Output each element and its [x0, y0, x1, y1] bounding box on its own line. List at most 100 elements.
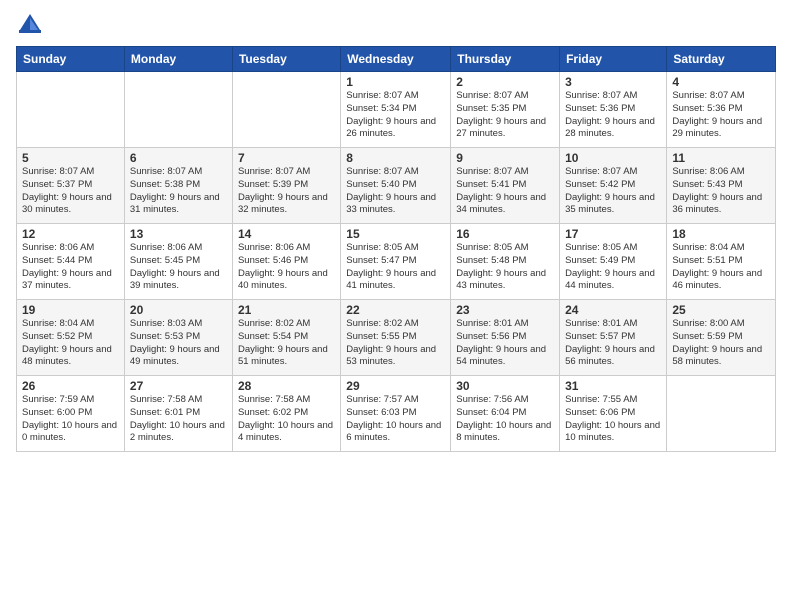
calendar-cell: 11Sunrise: 8:06 AM Sunset: 5:43 PM Dayli… — [667, 148, 776, 224]
day-info: Sunrise: 8:04 AM Sunset: 5:51 PM Dayligh… — [672, 242, 770, 293]
day-info: Sunrise: 7:57 AM Sunset: 6:03 PM Dayligh… — [346, 394, 445, 445]
calendar-week-3: 12Sunrise: 8:06 AM Sunset: 5:44 PM Dayli… — [17, 224, 776, 300]
day-info: Sunrise: 8:00 AM Sunset: 5:59 PM Dayligh… — [672, 318, 770, 369]
day-number: 2 — [456, 75, 554, 89]
calendar-cell: 10Sunrise: 8:07 AM Sunset: 5:42 PM Dayli… — [560, 148, 667, 224]
calendar-cell: 28Sunrise: 7:58 AM Sunset: 6:02 PM Dayli… — [232, 376, 340, 452]
calendar-cell: 7Sunrise: 8:07 AM Sunset: 5:39 PM Daylig… — [232, 148, 340, 224]
calendar-cell: 20Sunrise: 8:03 AM Sunset: 5:53 PM Dayli… — [124, 300, 232, 376]
day-number: 15 — [346, 227, 445, 241]
day-info: Sunrise: 8:07 AM Sunset: 5:42 PM Dayligh… — [565, 166, 661, 217]
day-number: 3 — [565, 75, 661, 89]
day-number: 22 — [346, 303, 445, 317]
day-number: 8 — [346, 151, 445, 165]
calendar-cell: 15Sunrise: 8:05 AM Sunset: 5:47 PM Dayli… — [341, 224, 451, 300]
day-number: 23 — [456, 303, 554, 317]
calendar-cell: 13Sunrise: 8:06 AM Sunset: 5:45 PM Dayli… — [124, 224, 232, 300]
day-number: 13 — [130, 227, 227, 241]
day-number: 31 — [565, 379, 661, 393]
calendar-cell: 26Sunrise: 7:59 AM Sunset: 6:00 PM Dayli… — [17, 376, 125, 452]
day-info: Sunrise: 8:07 AM Sunset: 5:38 PM Dayligh… — [130, 166, 227, 217]
calendar-cell: 19Sunrise: 8:04 AM Sunset: 5:52 PM Dayli… — [17, 300, 125, 376]
day-info: Sunrise: 8:06 AM Sunset: 5:45 PM Dayligh… — [130, 242, 227, 293]
calendar-cell — [667, 376, 776, 452]
day-info: Sunrise: 7:58 AM Sunset: 6:01 PM Dayligh… — [130, 394, 227, 445]
day-info: Sunrise: 7:58 AM Sunset: 6:02 PM Dayligh… — [238, 394, 335, 445]
calendar-cell: 6Sunrise: 8:07 AM Sunset: 5:38 PM Daylig… — [124, 148, 232, 224]
calendar-cell — [124, 72, 232, 148]
calendar-header-sunday: Sunday — [17, 47, 125, 72]
day-info: Sunrise: 8:03 AM Sunset: 5:53 PM Dayligh… — [130, 318, 227, 369]
day-number: 16 — [456, 227, 554, 241]
calendar-cell: 29Sunrise: 7:57 AM Sunset: 6:03 PM Dayli… — [341, 376, 451, 452]
day-info: Sunrise: 8:06 AM Sunset: 5:44 PM Dayligh… — [22, 242, 119, 293]
day-info: Sunrise: 8:01 AM Sunset: 5:57 PM Dayligh… — [565, 318, 661, 369]
day-info: Sunrise: 8:05 AM Sunset: 5:49 PM Dayligh… — [565, 242, 661, 293]
calendar-cell: 12Sunrise: 8:06 AM Sunset: 5:44 PM Dayli… — [17, 224, 125, 300]
calendar-cell: 14Sunrise: 8:06 AM Sunset: 5:46 PM Dayli… — [232, 224, 340, 300]
calendar-week-5: 26Sunrise: 7:59 AM Sunset: 6:00 PM Dayli… — [17, 376, 776, 452]
day-info: Sunrise: 8:02 AM Sunset: 5:54 PM Dayligh… — [238, 318, 335, 369]
day-info: Sunrise: 8:05 AM Sunset: 5:47 PM Dayligh… — [346, 242, 445, 293]
calendar-table: SundayMondayTuesdayWednesdayThursdayFrid… — [16, 46, 776, 452]
day-number: 9 — [456, 151, 554, 165]
calendar-cell: 16Sunrise: 8:05 AM Sunset: 5:48 PM Dayli… — [451, 224, 560, 300]
day-number: 10 — [565, 151, 661, 165]
day-number: 26 — [22, 379, 119, 393]
calendar-cell: 27Sunrise: 7:58 AM Sunset: 6:01 PM Dayli… — [124, 376, 232, 452]
calendar-cell: 25Sunrise: 8:00 AM Sunset: 5:59 PM Dayli… — [667, 300, 776, 376]
calendar-header-monday: Monday — [124, 47, 232, 72]
day-info: Sunrise: 8:07 AM Sunset: 5:40 PM Dayligh… — [346, 166, 445, 217]
day-info: Sunrise: 8:06 AM Sunset: 5:46 PM Dayligh… — [238, 242, 335, 293]
header — [16, 10, 776, 38]
day-number: 24 — [565, 303, 661, 317]
day-number: 4 — [672, 75, 770, 89]
day-info: Sunrise: 7:56 AM Sunset: 6:04 PM Dayligh… — [456, 394, 554, 445]
day-number: 1 — [346, 75, 445, 89]
day-number: 29 — [346, 379, 445, 393]
day-number: 7 — [238, 151, 335, 165]
calendar-cell: 5Sunrise: 8:07 AM Sunset: 5:37 PM Daylig… — [17, 148, 125, 224]
calendar-header-wednesday: Wednesday — [341, 47, 451, 72]
calendar-cell — [232, 72, 340, 148]
calendar-cell: 21Sunrise: 8:02 AM Sunset: 5:54 PM Dayli… — [232, 300, 340, 376]
day-info: Sunrise: 8:01 AM Sunset: 5:56 PM Dayligh… — [456, 318, 554, 369]
calendar-cell: 23Sunrise: 8:01 AM Sunset: 5:56 PM Dayli… — [451, 300, 560, 376]
day-number: 14 — [238, 227, 335, 241]
calendar-week-2: 5Sunrise: 8:07 AM Sunset: 5:37 PM Daylig… — [17, 148, 776, 224]
day-number: 11 — [672, 151, 770, 165]
day-info: Sunrise: 8:05 AM Sunset: 5:48 PM Dayligh… — [456, 242, 554, 293]
calendar-cell: 17Sunrise: 8:05 AM Sunset: 5:49 PM Dayli… — [560, 224, 667, 300]
day-info: Sunrise: 8:07 AM Sunset: 5:39 PM Dayligh… — [238, 166, 335, 217]
calendar-cell: 3Sunrise: 8:07 AM Sunset: 5:36 PM Daylig… — [560, 72, 667, 148]
day-info: Sunrise: 8:07 AM Sunset: 5:34 PM Dayligh… — [346, 90, 445, 141]
calendar-cell: 18Sunrise: 8:04 AM Sunset: 5:51 PM Dayli… — [667, 224, 776, 300]
calendar-cell: 9Sunrise: 8:07 AM Sunset: 5:41 PM Daylig… — [451, 148, 560, 224]
day-number: 21 — [238, 303, 335, 317]
day-info: Sunrise: 8:07 AM Sunset: 5:37 PM Dayligh… — [22, 166, 119, 217]
calendar-cell: 8Sunrise: 8:07 AM Sunset: 5:40 PM Daylig… — [341, 148, 451, 224]
day-info: Sunrise: 7:55 AM Sunset: 6:06 PM Dayligh… — [565, 394, 661, 445]
calendar-week-4: 19Sunrise: 8:04 AM Sunset: 5:52 PM Dayli… — [17, 300, 776, 376]
calendar-header-saturday: Saturday — [667, 47, 776, 72]
day-number: 17 — [565, 227, 661, 241]
logo — [16, 10, 48, 38]
calendar-header-tuesday: Tuesday — [232, 47, 340, 72]
logo-icon — [16, 10, 44, 38]
calendar-cell — [17, 72, 125, 148]
day-number: 6 — [130, 151, 227, 165]
day-number: 18 — [672, 227, 770, 241]
day-number: 12 — [22, 227, 119, 241]
day-number: 5 — [22, 151, 119, 165]
calendar-cell: 31Sunrise: 7:55 AM Sunset: 6:06 PM Dayli… — [560, 376, 667, 452]
day-info: Sunrise: 8:07 AM Sunset: 5:35 PM Dayligh… — [456, 90, 554, 141]
calendar-cell: 24Sunrise: 8:01 AM Sunset: 5:57 PM Dayli… — [560, 300, 667, 376]
day-number: 28 — [238, 379, 335, 393]
day-info: Sunrise: 8:07 AM Sunset: 5:41 PM Dayligh… — [456, 166, 554, 217]
calendar-week-1: 1Sunrise: 8:07 AM Sunset: 5:34 PM Daylig… — [17, 72, 776, 148]
calendar-cell: 22Sunrise: 8:02 AM Sunset: 5:55 PM Dayli… — [341, 300, 451, 376]
calendar-cell: 2Sunrise: 8:07 AM Sunset: 5:35 PM Daylig… — [451, 72, 560, 148]
day-info: Sunrise: 8:07 AM Sunset: 5:36 PM Dayligh… — [565, 90, 661, 141]
header-row: SundayMondayTuesdayWednesdayThursdayFrid… — [17, 47, 776, 72]
calendar-header-thursday: Thursday — [451, 47, 560, 72]
